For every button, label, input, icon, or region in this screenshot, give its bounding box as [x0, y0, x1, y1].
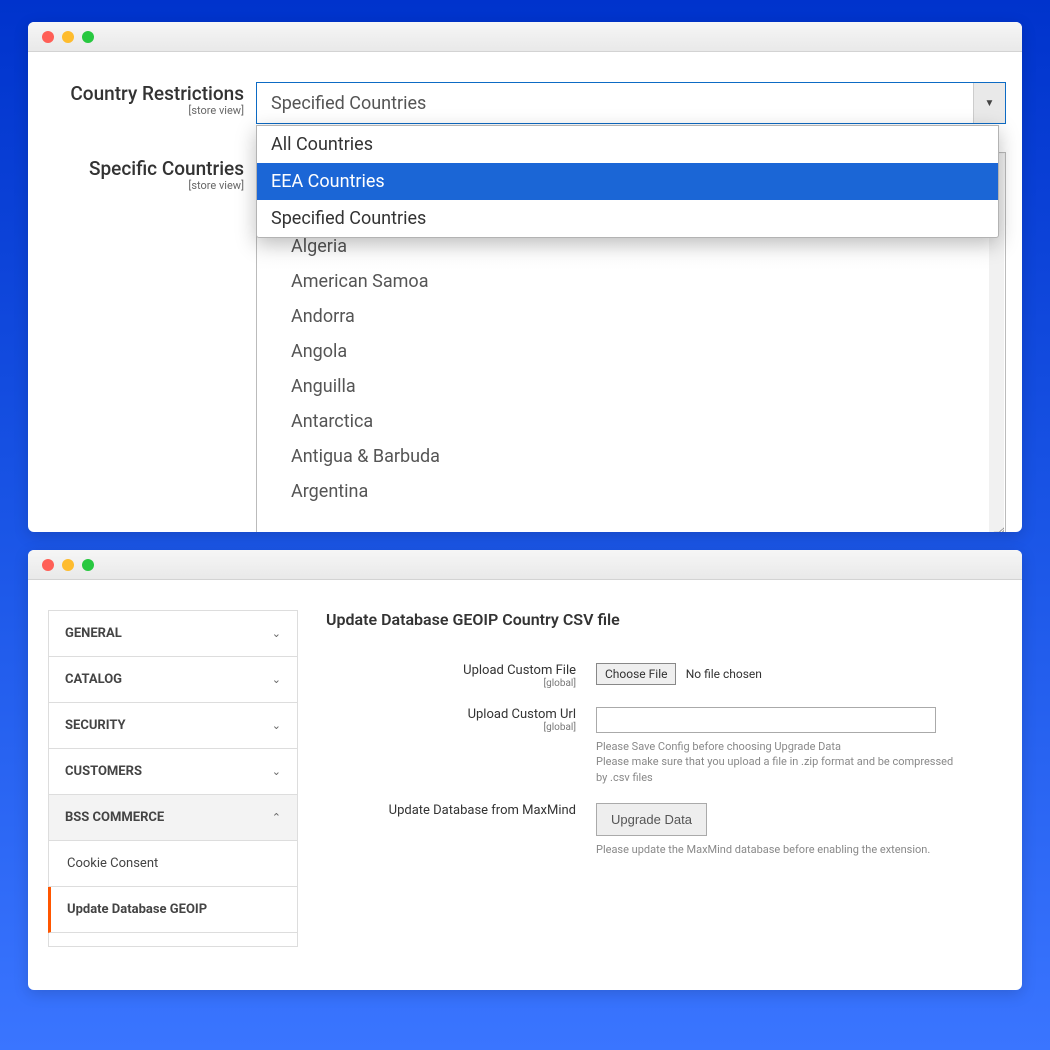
country-item[interactable]: Argentina [287, 474, 1005, 509]
maximize-dot-icon[interactable] [82, 31, 94, 43]
scope-text: [global] [326, 722, 576, 733]
sidebar-label: GENERAL [65, 626, 122, 641]
upload-url-input[interactable] [596, 707, 936, 733]
hint-text: Please update the MaxMind database befor… [596, 842, 956, 857]
chevron-down-icon: ⌄ [272, 765, 281, 778]
minimize-dot-icon[interactable] [62, 31, 74, 43]
chevron-down-icon: ⌄ [272, 673, 281, 686]
config-sidebar: GENERAL ⌄ CATALOG ⌄ SECURITY ⌄ CUSTOMERS ⌄ B… [48, 610, 298, 990]
dropdown-option-all[interactable]: All Countries [257, 126, 998, 163]
country-item[interactable]: Anguilla [287, 369, 1005, 404]
chevron-down-icon[interactable]: ▼ [973, 83, 1005, 123]
sidebar-group-customers[interactable]: CUSTOMERS ⌄ [48, 749, 298, 795]
update-maxmind-label: Update Database from MaxMind [389, 803, 576, 818]
titlebar [28, 22, 1022, 52]
country-item[interactable]: Andorra [287, 299, 1005, 334]
page-title: Update Database GEOIP Country CSV file [326, 610, 1002, 635]
scope-text: [global] [326, 678, 576, 689]
sidebar-label: CUSTOMERS [65, 764, 142, 779]
sidebar-sub-update-geoip[interactable]: Update Database GEOIP [48, 887, 298, 933]
upload-url-label: Upload Custom Url [468, 707, 576, 722]
dropdown-option-eea[interactable]: EEA Countries [257, 163, 998, 200]
close-dot-icon[interactable] [42, 31, 54, 43]
select-value: Specified Countries [271, 93, 426, 114]
window-geoip-config: GENERAL ⌄ CATALOG ⌄ SECURITY ⌄ CUSTOMERS ⌄ B… [28, 550, 1022, 990]
maximize-dot-icon[interactable] [82, 559, 94, 571]
sidebar-tail [48, 933, 298, 947]
country-restrictions-select[interactable]: Specified Countries ▼ [256, 82, 1006, 124]
sidebar-group-security[interactable]: SECURITY ⌄ [48, 703, 298, 749]
minimize-dot-icon[interactable] [62, 559, 74, 571]
resize-handle-icon[interactable] [989, 527, 1004, 532]
sidebar-group-bss[interactable]: BSS COMMERCE ⌃ [48, 795, 298, 841]
scope-text: [store view] [36, 179, 244, 192]
chevron-up-icon: ⌃ [272, 811, 281, 824]
country-item[interactable]: American Samoa [287, 264, 1005, 299]
sidebar-sub-cookie-consent[interactable]: Cookie Consent [48, 841, 298, 887]
file-status: No file chosen [686, 667, 762, 681]
sidebar-label: BSS COMMERCE [65, 810, 164, 825]
country-item[interactable]: Antarctica [287, 404, 1005, 439]
sidebar-label: SECURITY [65, 718, 126, 733]
chevron-down-icon: ⌄ [272, 719, 281, 732]
choose-file-button[interactable]: Choose File [596, 663, 676, 685]
window-country-restrictions: Country Restrictions [store view] Specif… [28, 22, 1022, 532]
hint-text: Please Save Config before choosing Upgra… [596, 739, 956, 754]
dropdown-option-specified[interactable]: Specified Countries [257, 200, 998, 237]
upload-file-label: Upload Custom File [463, 663, 576, 678]
hint-text: Please make sure that you upload a file … [596, 754, 956, 785]
sidebar-group-catalog[interactable]: CATALOG ⌄ [48, 657, 298, 703]
sidebar-label: CATALOG [65, 672, 122, 687]
close-dot-icon[interactable] [42, 559, 54, 571]
scope-text: [store view] [36, 104, 244, 117]
specific-countries-label: Specific Countries [89, 157, 244, 180]
titlebar [28, 550, 1022, 580]
sidebar-group-general[interactable]: GENERAL ⌄ [48, 610, 298, 657]
upgrade-data-button[interactable]: Upgrade Data [596, 803, 707, 836]
country-item[interactable]: Antigua & Barbuda [287, 439, 1005, 474]
country-restrictions-dropdown: All Countries EEA Countries Specified Co… [256, 125, 999, 238]
country-restrictions-label: Country Restrictions [70, 82, 244, 105]
country-item[interactable]: Angola [287, 334, 1005, 369]
chevron-down-icon: ⌄ [272, 627, 281, 640]
config-content: Update Database GEOIP Country CSV file U… [326, 610, 1002, 990]
